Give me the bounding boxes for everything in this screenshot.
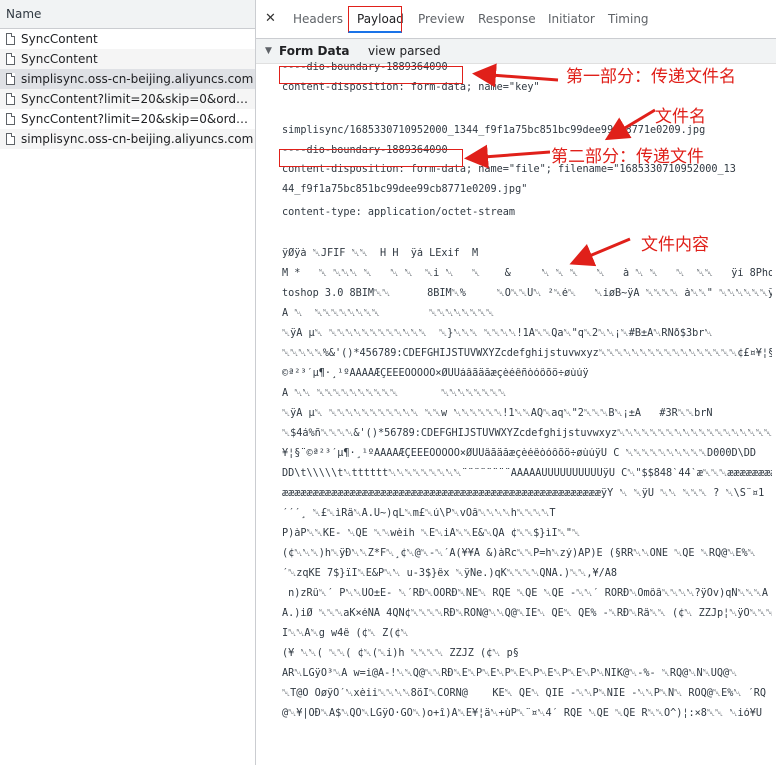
body-line: ␀ÿÄ µ␀ ␀␀␀␀␀␀␀␀␀␀␀ ␀␀w ␀␀␀␀␀␀!1␀␀AQ␀aq␀"… xyxy=(282,408,713,419)
close-icon[interactable]: ✕ xyxy=(265,11,276,26)
tab-timing[interactable]: Timing xyxy=(608,12,649,26)
detail-tabs: ✕ Headers Payload Preview Response Initi… xyxy=(256,0,776,39)
body-line: Ä ␀ ␀␀␀␀␀␀␀␀ ␀␀␀␀␀␀␀␀ xyxy=(282,308,495,319)
boundary-highlight-box-1 xyxy=(279,66,463,84)
body-line: toshop 3.0 8BIM␀␀ 8BIM␀% ␀Ô␀␀Ù␀ ²␀é␀ ␀iø… xyxy=(282,288,772,299)
tab-initiator[interactable]: Initiator xyxy=(548,12,595,26)
body-line: M * ␀ ␀␀␀ ␀ ␀ ␀ ␀i ␀ ␀ & ␀ ␀ ␀ ␀ à ␀ ␀ ␀… xyxy=(282,268,772,279)
boundary-highlight-box-2 xyxy=(279,149,463,167)
annotation-content: 文件内容 xyxy=(641,235,709,255)
body-line: content-type: application/octet-stream xyxy=(282,207,516,218)
annotation-part1: 第一部分：传递文件名 xyxy=(566,67,736,87)
request-row[interactable]: simplisync.oss-cn-beijing.aliyuncs.com xyxy=(0,129,255,149)
request-label: SyncContent xyxy=(21,52,98,66)
body-line: Ä ␀␀ ␀␀␀␀␀␀␀␀␀␀ ␀␀␀␀␀␀␀␀ xyxy=(282,388,507,399)
name-column-header[interactable]: Name xyxy=(0,0,255,29)
file-icon xyxy=(6,133,15,145)
request-row[interactable]: SyncContent?limit=20&skip=0&order=-... xyxy=(0,89,255,109)
form-data-section-header[interactable]: ▼ Form Data view parsed xyxy=(256,39,776,64)
body-line: (¢␀␀␀)h␀ÿÐ␀␀Z*F␀¸¢␀@␀-␀´Â(¥¥Å &)àRc␀␀P=h… xyxy=(282,548,756,559)
request-row[interactable]: SyncContent xyxy=(0,49,255,69)
view-parsed-link[interactable]: view parsed xyxy=(368,39,441,63)
caret-down-icon[interactable]: ▼ xyxy=(265,39,272,63)
annotation-filename: 文件名 xyxy=(655,107,706,127)
body-line: ␀$4á%ñ␀␀␀␀&'()*56789:CDEFGHIJSTUVWXYZcde… xyxy=(282,428,772,439)
request-label: simplisync.oss-cn-beijing.aliyuncs.com xyxy=(21,132,254,146)
body-line: ␀ÿÄ µ␀ ␀␀␀␀␀␀␀␀␀␀␀␀ ␀}␀␀␀ ␀␀␀␀!1A␀␀Qa␀"q… xyxy=(282,328,713,339)
body-line: ©ª²³´µ¶·¸¹ºÂÃÄÅÆÇÈÉÊÒÓÔÕÖ×ØÙÚáâãäåæçèéêñ… xyxy=(282,368,589,379)
body-line: @␀¥|ÒÐ␀Á$␀QÒ␀LGÿÖ·GÖ␀)o+î)À␀È¥¦ä␀+ùP␀¨¤␀… xyxy=(282,708,763,719)
body-line: 44_f9f1a75bc851bc99dee99cb8771e0209.jpg" xyxy=(282,184,528,195)
body-line: ¥¦§¨©ª²³´µ¶·¸¹ºÂÃÄÅÆÇÈÉÊÒÓÔÕÖ×ØÙÚâãäåæçè… xyxy=(282,448,757,459)
payload-highlight-box xyxy=(348,6,402,33)
request-row[interactable]: simplisync.oss-cn-beijing.aliyuncs.com xyxy=(0,69,255,89)
body-line: ␀T@Ô ÓøÿÕ´␀xèii␀␀␀␀8öÎ␀CÒRÑ@ KE␀ QE␀ QIE… xyxy=(282,688,767,699)
file-icon xyxy=(6,73,15,85)
annotation-part2: 第二部分：传递文件 xyxy=(551,147,704,167)
file-icon xyxy=(6,33,15,45)
request-list-panel: Name SyncContent SyncContent simplisync.os… xyxy=(0,0,256,765)
body-line: ´´´¸ ␀£␀ìRâ␀Å.Ú~)qL␀m£␀ú\P␀vÒâ␀␀␀␀h␀␀␀␀T xyxy=(282,508,556,519)
body-line: I␀␀Â␀g w4ê (¢␀ Z(¢␀ xyxy=(282,628,409,639)
body-line: (¥ ␀␀( ␀␀( ¢␀(␀i)h ␀␀␀␀ ZZJZ (¢␀ p§ xyxy=(282,648,519,659)
request-label: SyncContent xyxy=(21,32,98,46)
body-line: P)àP␀␀KE- ␀QE ␀␀wèih ␀É␀iA␀␀E&␀QÁ ¢␀␀$}ì… xyxy=(282,528,581,539)
tab-response[interactable]: Response xyxy=(478,12,536,26)
body-line: ␀␀␀␀␀%&'()*456789:CDEFGHIJSTUVWXYZcdefgh… xyxy=(282,348,772,359)
body-line: AR␀LGÿÔ³␀Ã w=i@Â-!␀␀Q@␀␀RÐ␀E␀P␀E␀P␀E␀P␀E… xyxy=(282,668,738,679)
request-label: simplisync.oss-cn-beijing.aliyuncs.com xyxy=(21,72,254,86)
file-icon xyxy=(6,53,15,65)
body-line: Å.)iØ ␀␀␀aK×éNÅ 4QN¢␀␀␀␀RÐ␀RÒÑ@␀␀Q@␀IE␀ … xyxy=(282,608,772,619)
tab-headers[interactable]: Headers xyxy=(293,12,343,26)
body-line: ææææææææææææææææææææææææææææææææææææææææ… xyxy=(282,488,765,499)
body-line: DD\t\\\\\t␀tttttt␀␀␀␀␀␀␀␀␀¨¨¨¨¨¨¨¨ÄÄÄÄÄÜ… xyxy=(282,468,772,479)
body-line: ´␀zqKE 7$}ïÎ␀E&P␀␀ u-3$}êx ␀ÿÑe.)qK␀␀␀␀Q… xyxy=(282,568,617,579)
request-label: SyncContent?limit=20&skip=0&order=-... xyxy=(21,112,255,126)
request-label: SyncContent?limit=20&skip=0&order=-... xyxy=(21,92,255,106)
form-data-title: Form Data xyxy=(279,44,350,58)
tab-preview[interactable]: Preview xyxy=(418,12,465,26)
body-line: n)zRû␀´ P␀␀ÚÓ±E- ␀´RÐ␀ÒÒRÐ␀ÑE␀ RQE ␀QE ␀… xyxy=(282,588,769,599)
request-row[interactable]: SyncContent?limit=20&skip=0&order=-... xyxy=(0,109,255,129)
file-icon xyxy=(6,113,15,125)
file-icon xyxy=(6,93,15,105)
request-row[interactable]: SyncContent xyxy=(0,29,255,49)
